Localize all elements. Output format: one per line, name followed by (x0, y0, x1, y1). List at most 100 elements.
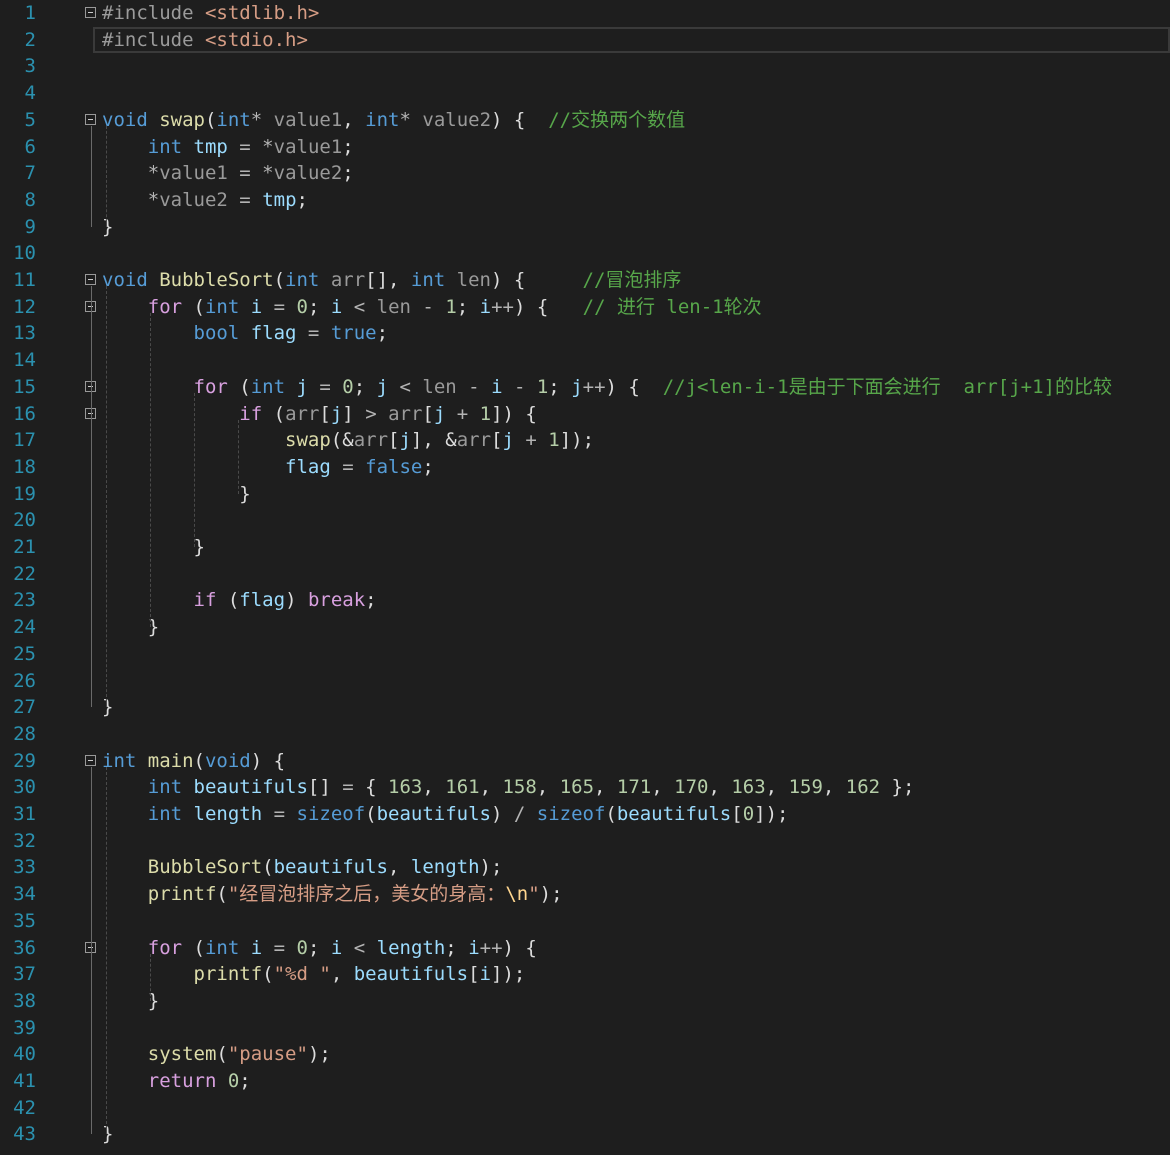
collapse-fold-icon[interactable] (85, 274, 96, 285)
code-line[interactable]: 32 (0, 828, 1170, 855)
code-token: 0 (296, 295, 308, 318)
code-token: = (307, 375, 343, 398)
code-line[interactable]: 41 return 0; (0, 1068, 1170, 1095)
code-line[interactable]: 12 for (int i = 0; i < len - 1; i++) { /… (0, 294, 1170, 321)
code-line[interactable]: 21 } (0, 534, 1170, 561)
code-token: 0 (227, 1070, 240, 1092)
code-line[interactable]: 19 } (0, 481, 1170, 508)
code-token: ]) { (491, 402, 537, 425)
code-line[interactable]: 23 if (flag) break; (0, 587, 1170, 614)
code-token: = (296, 322, 331, 345)
code-token: value2 (159, 188, 228, 211)
code-line[interactable]: 43} (0, 1121, 1170, 1148)
code-line[interactable]: 38 } (0, 988, 1170, 1015)
code-line[interactable]: 15 for (int j = 0; j < len - i - 1; j++)… (0, 374, 1170, 401)
code-line[interactable]: 18 flag = false; (0, 454, 1170, 481)
code-token: value1 (159, 162, 228, 185)
code-line[interactable]: 26 (0, 668, 1170, 695)
code-token: flag (285, 455, 331, 478)
code-line[interactable]: 3 (0, 53, 1170, 80)
code-line[interactable]: 34 printf("经冒泡排序之后，美女的身高：\n"); (0, 881, 1170, 908)
code-line[interactable]: 6 int tmp = *value1; (0, 134, 1170, 161)
collapse-fold-icon[interactable] (85, 7, 96, 18)
collapse-fold-icon[interactable] (85, 113, 96, 125)
code-token: j (376, 375, 389, 398)
code-line[interactable]: 9} (0, 214, 1170, 241)
code-token: int (410, 269, 457, 291)
code-token: ( (216, 1043, 228, 1066)
code-token: flag (239, 589, 286, 612)
code-token: < (388, 375, 423, 398)
code-token: = (330, 455, 366, 478)
code-line[interactable]: 25 (0, 641, 1170, 668)
collapse-fold-icon[interactable] (85, 754, 96, 766)
code-line[interactable]: 33 BubbleSort(beautifuls, length); (0, 854, 1170, 881)
code-token: //交换两个数值 (548, 108, 686, 131)
code-token: if (193, 589, 228, 612)
code-token: ( (273, 269, 286, 291)
code-line[interactable]: 8 *value2 = tmp; (0, 187, 1170, 214)
code-line[interactable]: 7 *value1 = *value2; (0, 160, 1170, 187)
code-token: int (285, 269, 331, 291)
code-token: 163 (388, 776, 423, 799)
code-line[interactable]: 30 int beautifuls[] = { 163, 161, 158, 1… (0, 774, 1170, 801)
code-line[interactable]: 5 void swap(int* value1, int* value2) { /… (0, 107, 1170, 134)
line-number: 38 (13, 989, 36, 1012)
code-token: i (491, 375, 503, 398)
code-line[interactable]: 31 int length = sizeof(beautifuls) / siz… (0, 801, 1170, 828)
code-token: value2 (273, 162, 343, 185)
code-token: - (502, 375, 537, 398)
code-line[interactable]: 29 int main(void) { (0, 748, 1170, 775)
code-line[interactable]: 37 printf("%d ", beautifuls[i]); (0, 961, 1170, 988)
code-line[interactable]: 27} (0, 694, 1170, 721)
code-line[interactable]: 11 void BubbleSort(int arr[], int len) { … (0, 267, 1170, 294)
code-token: , (422, 776, 446, 799)
code-token: printf (193, 963, 263, 986)
code-line[interactable]: 39 (0, 1015, 1170, 1042)
code-line[interactable]: 14 (0, 347, 1170, 374)
line-number: 41 (13, 1070, 36, 1092)
code-line[interactable]: 28 (0, 721, 1170, 748)
code-line[interactable]: 16 if (arr[j] > arr[j + 1]) { (0, 401, 1170, 428)
code-line[interactable]: 10 (0, 240, 1170, 267)
code-token: for (193, 375, 240, 398)
code-token: \n (505, 883, 529, 906)
code-token: j (502, 429, 514, 452)
code-line[interactable]: 42 (0, 1095, 1170, 1122)
code-line[interactable]: 1 #include <stdlib.h> (0, 0, 1170, 27)
code-token: len (422, 375, 457, 398)
line-number: 19 (13, 482, 36, 505)
code-line[interactable]: 35 (0, 908, 1170, 935)
code-token: (& (330, 429, 354, 452)
code-text: for (int j = 0; j < len - i - 1; j++) { … (102, 374, 1112, 401)
code-line[interactable]: 13 bool flag = true; (0, 320, 1170, 347)
code-token: [ (491, 429, 503, 452)
code-token: ( (365, 803, 377, 825)
code-token: 159 (788, 776, 823, 799)
code-token: j (330, 402, 343, 425)
code-line[interactable]: 36 for (int i = 0; i < length; i++) { (0, 935, 1170, 962)
code-token: i (250, 295, 263, 318)
code-line[interactable]: 40 system("pause"); (0, 1041, 1170, 1068)
code-token: ; (365, 589, 377, 612)
code-line[interactable]: 2 #include <stdio.h> (25, 26, 1170, 54)
code-token: "pause" (227, 1043, 308, 1066)
code-line[interactable]: 22 (0, 561, 1170, 588)
code-token: int (204, 936, 251, 959)
code-token: ; (422, 455, 434, 478)
code-line[interactable]: 4 (0, 80, 1170, 107)
code-line[interactable]: 17 swap(&arr[j], &arr[j + 1]); (0, 427, 1170, 454)
code-token: = (262, 803, 297, 825)
code-token: if (239, 402, 274, 425)
code-line[interactable]: 24 } (0, 614, 1170, 641)
code-line[interactable]: 20 (0, 507, 1170, 534)
code-token: tmp (262, 188, 297, 211)
code-token: i (330, 936, 343, 959)
line-number: 11 (13, 269, 36, 291)
code-token: } (102, 482, 251, 505)
indent-guide (106, 766, 107, 1135)
code-token: printf (147, 883, 217, 906)
code-editor[interactable]: 1 #include <stdlib.h> 2 #include <stdio.h> 3… (0, 0, 1170, 1155)
